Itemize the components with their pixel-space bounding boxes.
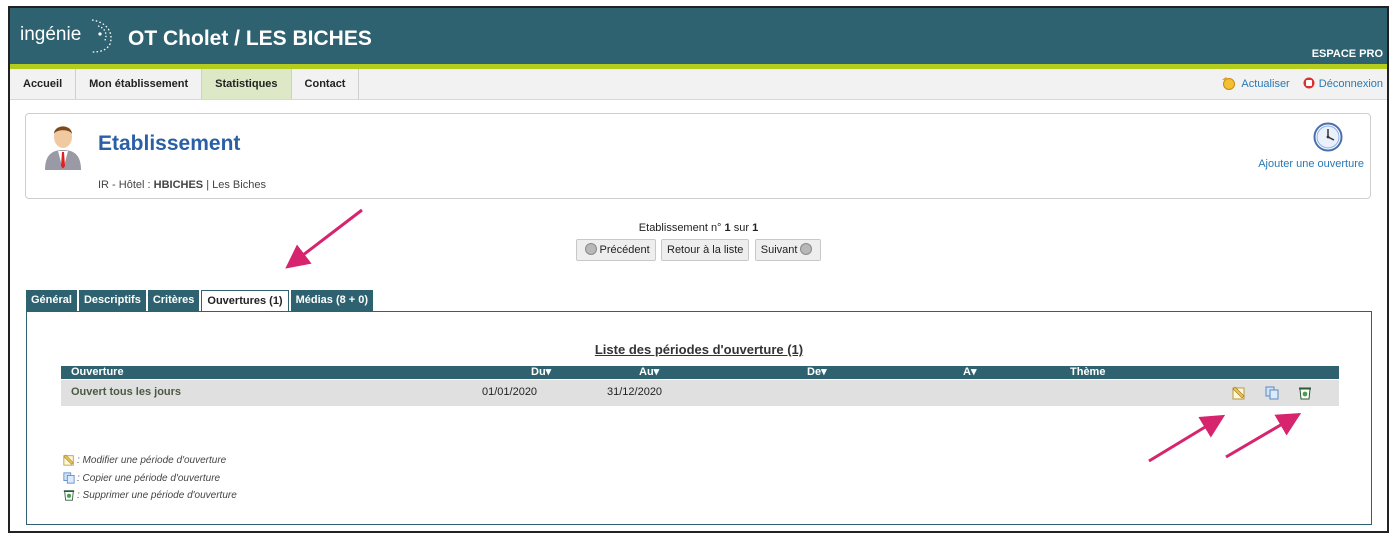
col-ouverture[interactable]: Ouverture <box>71 366 124 379</box>
next-label: Suivant <box>760 244 798 256</box>
row-ouverture[interactable]: Ouvert tous les jours <box>71 380 181 405</box>
record-pager: Précédent Retour à la liste Suivant <box>10 239 1387 261</box>
person-icon <box>45 126 81 170</box>
tab-general[interactable]: Général <box>26 290 77 311</box>
refresh-link[interactable]: Actualiser <box>1241 78 1289 90</box>
sort-icon: ▾ <box>970 366 977 378</box>
logout-icon[interactable] <box>1303 77 1315 89</box>
main-nav: Accueil Mon établissement Statistiques C… <box>10 69 1387 100</box>
app-frame: ingénie OT Cholet / LES BICHES ESPACE PR… <box>8 6 1389 533</box>
record-counter: Etablissement n° 1 sur 1 <box>10 222 1387 234</box>
delete-icon[interactable] <box>1298 386 1312 400</box>
legend-copy-text: : Copier une période d'ouverture <box>77 473 221 484</box>
table-header: Ouverture Du▾ Au▾ De▾ A▾ Thème <box>61 366 1339 379</box>
logo-swirl-icon <box>91 19 112 53</box>
counter-middle: sur <box>733 222 749 234</box>
etablissement-panel: Etablissement IR - Hôtel : HBICHES | Les… <box>25 113 1371 199</box>
page-title: Etablissement <box>98 132 241 155</box>
col-theme: Thème <box>1070 366 1106 378</box>
sort-icon: ▾ <box>545 366 552 378</box>
col-du[interactable]: Du▾ <box>531 366 551 379</box>
legend-delete-text: : Supprimer une période d'ouverture <box>77 490 237 501</box>
back-to-list-button[interactable]: Retour à la liste <box>661 239 750 261</box>
counter-total: 1 <box>752 222 759 234</box>
row-au: 31/12/2020 <box>607 386 663 398</box>
previous-label: Précédent <box>599 244 650 256</box>
add-opening-link[interactable]: Ajouter une ouverture <box>1258 158 1364 170</box>
next-circle-icon <box>800 243 813 255</box>
nav-mon-etablissement[interactable]: Mon établissement <box>76 69 203 99</box>
etablissement-name: Les Biches <box>212 179 266 191</box>
col-de[interactable]: De▾ <box>807 366 827 379</box>
tab-descriptifs[interactable]: Descriptifs <box>78 290 146 311</box>
legend-copy-icon <box>63 472 75 484</box>
nav-statistiques[interactable]: Statistiques <box>202 69 292 99</box>
legend-delete-icon <box>63 490 75 501</box>
etablissement-code: HBICHES <box>153 179 204 191</box>
legend-edit-icon <box>63 454 74 466</box>
col-au-label: Au <box>639 366 654 378</box>
refresh-icon[interactable] <box>1221 76 1237 90</box>
tab-ouvertures[interactable]: Ouvertures (1) <box>201 290 289 312</box>
sort-icon: ▾ <box>653 366 660 378</box>
row-du: 01/01/2020 <box>482 386 538 398</box>
sort-icon: ▾ <box>821 366 827 378</box>
copy-icon[interactable] <box>1265 386 1279 400</box>
col-a-label: A <box>963 366 971 378</box>
ouvertures-panel: Liste des périodes d'ouverture (1) Ouver… <box>26 311 1372 525</box>
edit-icon[interactable] <box>1232 386 1246 400</box>
clock-icon[interactable] <box>1313 122 1343 152</box>
col-a[interactable]: A▾ <box>963 366 976 379</box>
list-title: Liste des périodes d'ouverture (1) <box>594 342 804 357</box>
site-header: ingénie OT Cholet / LES BICHES ESPACE PR… <box>10 8 1387 64</box>
subtitle-prefix: IR - Hôtel : <box>98 179 151 191</box>
detail-tabs: Général Descriptifs Critères Ouvertures … <box>26 290 375 312</box>
nav-actions: Actualiser Déconnexion <box>1221 69 1383 99</box>
subtitle-separator: | <box>206 179 210 191</box>
etablissement-subtitle: IR - Hôtel : HBICHES | Les Biches <box>98 179 266 191</box>
col-au[interactable]: Au▾ <box>639 366 659 379</box>
tab-medias[interactable]: Médias (8 + 0) <box>290 290 374 311</box>
legend-edit-text: : Modifier une période d'ouverture <box>77 455 227 466</box>
counter-prefix: Etablissement n° <box>638 222 722 234</box>
col-de-label: De <box>807 366 822 378</box>
previous-button[interactable]: Précédent <box>575 239 656 261</box>
tab-criteres[interactable]: Critères <box>147 290 200 311</box>
nav-contact[interactable]: Contact <box>292 69 360 99</box>
next-button[interactable]: Suivant <box>754 239 822 261</box>
col-du-label: Du <box>531 366 546 378</box>
counter-current: 1 <box>724 222 731 234</box>
ingenie-logo: ingénie <box>20 24 82 45</box>
site-title: OT Cholet / LES BICHES <box>128 27 372 50</box>
espace-pro-link[interactable]: ESPACE PRO <box>1312 48 1383 60</box>
previous-circle-icon <box>584 243 597 255</box>
nav-accueil[interactable]: Accueil <box>10 69 77 99</box>
logout-link[interactable]: Déconnexion <box>1319 78 1383 90</box>
table-row: Ouvert tous les jours 01/01/2020 31/12/2… <box>61 380 1339 406</box>
